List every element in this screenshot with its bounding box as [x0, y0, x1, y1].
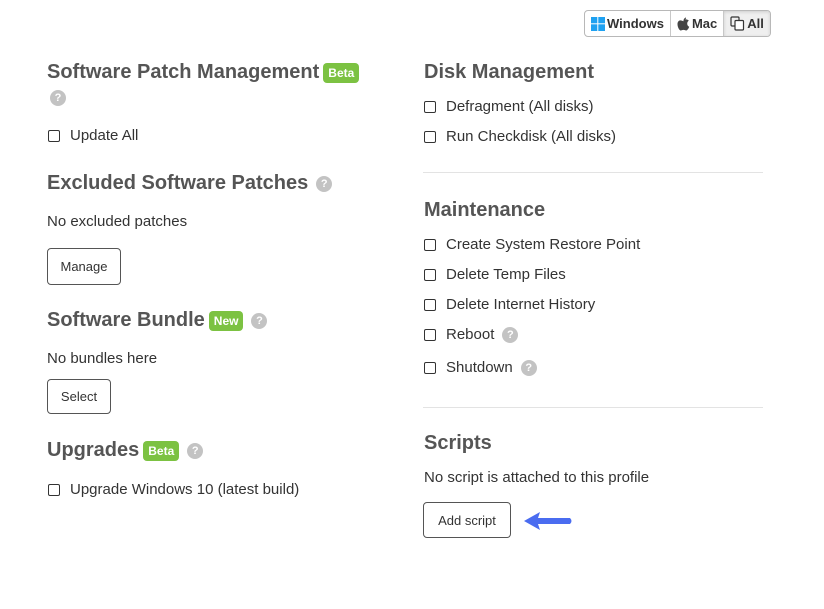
shutdown-checkbox[interactable] — [424, 361, 436, 374]
beta-badge: Beta — [143, 440, 180, 461]
os-all-label: All — [747, 16, 764, 31]
excluded-patches-heading: Excluded Software Patches ? — [47, 172, 333, 195]
checkdisk-checkbox[interactable] — [424, 130, 436, 143]
help-icon[interactable]: ? — [520, 359, 537, 376]
scripts-empty-text: No script is attached to this profile — [424, 469, 650, 486]
restore-point-label: Create System Restore Point — [446, 236, 641, 253]
excluded-patches-title: Excluded Software Patches — [47, 172, 309, 194]
maintenance-heading: Maintenance — [424, 199, 545, 222]
restore-point-option: Create System Restore Point — [424, 236, 640, 253]
shutdown-option: Shutdown ? — [424, 359, 537, 376]
defragment-label: Defragment (All disks) — [446, 98, 594, 115]
excluded-patches-empty-text: No excluded patches — [47, 213, 188, 230]
os-mac-label: Mac — [691, 16, 718, 31]
delete-temp-checkbox[interactable] — [424, 268, 436, 281]
apple-icon — [677, 17, 690, 30]
reboot-checkbox[interactable] — [424, 328, 436, 341]
section-divider — [423, 407, 763, 408]
new-badge: New — [208, 310, 244, 331]
os-filter-toggle: Windows Mac All — [584, 10, 771, 37]
disk-management-title: Disk Management — [424, 61, 595, 83]
section-divider — [423, 172, 763, 173]
defragment-checkbox[interactable] — [424, 100, 436, 113]
copy-icon — [730, 16, 745, 31]
beta-badge: Beta — [323, 62, 360, 83]
checkdisk-label: Run Checkdisk (All disks) — [446, 128, 617, 145]
software-bundle-empty-text: No bundles here — [47, 350, 158, 367]
update-all-label: Update All — [70, 127, 139, 144]
add-script-button[interactable]: Add script — [423, 502, 511, 538]
help-icon[interactable]: ? — [316, 175, 333, 192]
os-all-button[interactable]: All — [724, 11, 770, 36]
os-windows-label: Windows — [607, 16, 664, 31]
delete-history-option: Delete Internet History — [424, 296, 595, 313]
os-windows-button[interactable]: Windows — [585, 11, 671, 36]
scripts-title: Scripts — [424, 432, 492, 454]
pointer-arrow-icon — [524, 512, 572, 530]
delete-temp-label: Delete Temp Files — [446, 266, 566, 283]
defragment-option: Defragment (All disks) — [424, 98, 594, 115]
help-icon[interactable]: ? — [251, 312, 268, 329]
update-all-checkbox[interactable] — [48, 129, 60, 142]
delete-temp-option: Delete Temp Files — [424, 266, 566, 283]
software-bundle-title: Software Bundle — [47, 309, 205, 331]
update-all-option: Update All — [48, 127, 138, 144]
windows-icon — [591, 16, 605, 31]
delete-history-label: Delete Internet History — [446, 296, 596, 313]
software-bundle-heading: Software Bundle New ? — [47, 309, 268, 332]
disk-management-heading: Disk Management — [424, 61, 594, 84]
scripts-heading: Scripts — [424, 432, 492, 455]
maintenance-title: Maintenance — [424, 199, 546, 221]
os-mac-button[interactable]: Mac — [671, 11, 725, 36]
upgrade-windows-option: Upgrade Windows 10 (latest build) — [48, 481, 299, 498]
reboot-label: Reboot — [446, 326, 495, 343]
checkdisk-option: Run Checkdisk (All disks) — [424, 128, 616, 145]
help-icon[interactable]: ? — [187, 442, 204, 459]
reboot-option: Reboot ? — [424, 326, 519, 343]
help-icon[interactable]: ? — [502, 326, 519, 343]
software-patch-heading: Software Patch Management Beta — [47, 61, 360, 84]
restore-point-checkbox[interactable] — [424, 238, 436, 251]
upgrade-windows-checkbox[interactable] — [48, 483, 60, 496]
manage-button[interactable]: Manage — [47, 248, 121, 285]
delete-history-checkbox[interactable] — [424, 298, 436, 311]
help-icon[interactable]: ? — [50, 90, 66, 106]
upgrades-title: Upgrades — [47, 439, 140, 461]
upgrade-windows-label: Upgrade Windows 10 (latest build) — [70, 481, 300, 498]
software-patch-title: Software Patch Management — [47, 61, 320, 83]
upgrades-heading: Upgrades Beta ? — [47, 439, 204, 462]
select-button[interactable]: Select — [47, 379, 111, 414]
shutdown-label: Shutdown — [446, 359, 513, 376]
